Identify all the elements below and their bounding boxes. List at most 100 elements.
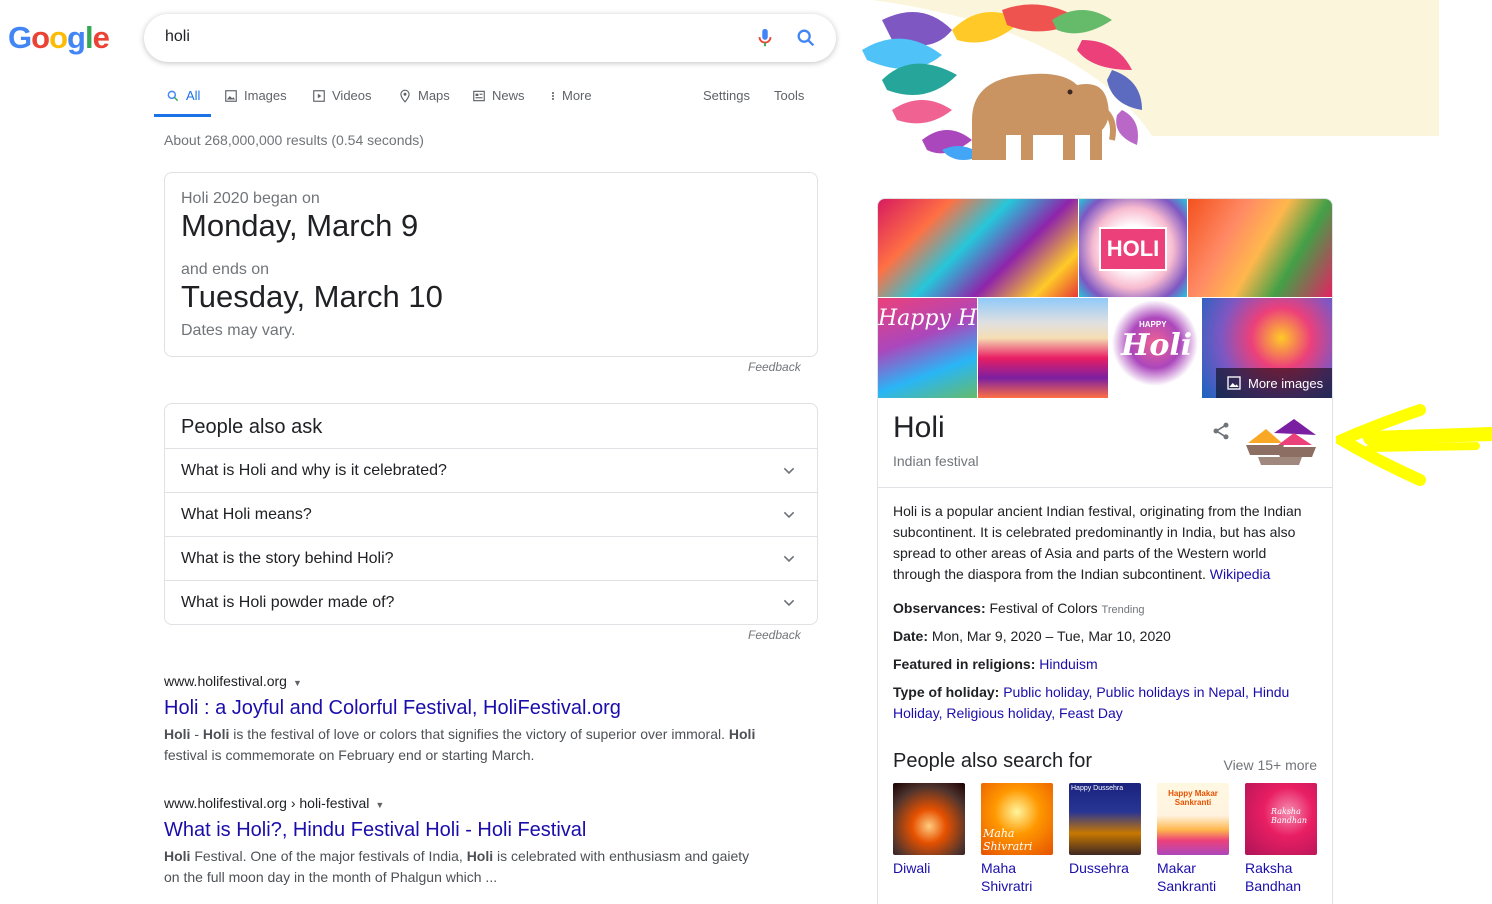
pasf-label: Makar Sankranti [1157, 860, 1217, 894]
map-pin-icon [400, 89, 410, 103]
tab-news[interactable]: News [472, 88, 525, 103]
holi-image[interactable]: Happy Holi [878, 298, 977, 398]
wikipedia-link[interactable]: Wikipedia [1210, 566, 1271, 582]
trending-tag: Trending [1101, 604, 1145, 616]
tab-more[interactable]: More [548, 88, 592, 103]
pasf-thumb-text: Happy Makar Sankranti [1168, 789, 1218, 807]
more-images-button[interactable]: More images [1216, 368, 1332, 398]
result-url[interactable]: www.holifestival.org › holi-festival ▼ [164, 795, 384, 811]
caret-down-icon[interactable]: ▼ [375, 800, 384, 810]
paa-feedback-link[interactable]: Feedback [748, 628, 801, 642]
fact-holiday-type: Type of holiday: Public holiday, Public … [893, 682, 1313, 724]
paa-question[interactable]: What Holi means? [165, 492, 817, 536]
logo-letter: G [8, 20, 32, 55]
holi-image[interactable] [1188, 199, 1332, 297]
result-snippet: Holi Festival. One of the major festival… [164, 848, 750, 885]
pasf-thumb-text: Raksha Bandhan [1271, 807, 1307, 825]
search-box[interactable]: holi [144, 14, 836, 62]
fact-value: Festival of Colors [989, 600, 1098, 616]
holi-doodle-image[interactable] [852, 0, 1439, 170]
image-icon [1227, 376, 1241, 390]
search-icon[interactable] [795, 27, 817, 49]
kp-divider [878, 487, 1332, 488]
logo-letter: l [84, 20, 94, 55]
view-more-link[interactable]: View 15+ more [1223, 757, 1317, 773]
fact-observances: Observances: Festival of Colors Trending [893, 598, 1313, 621]
pasf-item-raksha-bandhan[interactable]: Raksha Bandhan Raksha Bandhan [1245, 783, 1319, 895]
pasf-thumb: Raksha Bandhan [1245, 783, 1317, 855]
pasf-item-diwali[interactable]: Diwali [893, 783, 967, 877]
result-title[interactable]: What is Holi?, Hindu Festival Holi - Hol… [164, 819, 586, 842]
pasf-item-dussehra[interactable]: Happy Dussehra Dussehra [1069, 783, 1143, 877]
tab-images[interactable]: Images [224, 88, 287, 103]
logo-letter: e [92, 20, 110, 55]
fact-value: Mon, Mar 9, 2020 – Tue, Mar 10, 2020 [931, 628, 1171, 644]
search-icon [167, 90, 179, 101]
settings-link[interactable]: Settings [703, 88, 750, 103]
paa-question[interactable]: What is Holi powder made of? [165, 580, 817, 624]
pasf-thumb: Happy Makar Sankranti [1157, 783, 1229, 855]
result-snippet: Holi - Holi is the festival of love or c… [164, 726, 756, 763]
pasf-label: Diwali [893, 860, 931, 876]
fact-label: Type of holiday: [893, 684, 1000, 700]
caret-down-icon[interactable]: ▼ [293, 678, 302, 688]
holi-image[interactable]: HOLI [1079, 199, 1187, 297]
color-powder-bowls-icon[interactable] [1244, 415, 1320, 467]
pasf-label: Maha Shivratri [981, 860, 1033, 894]
paa-question-text: What is Holi and why is it celebrated? [181, 462, 447, 479]
result-url-text: www.holifestival.org [164, 673, 287, 689]
fact-link[interactable]: Hinduism [1039, 656, 1097, 672]
holi-image[interactable] [878, 199, 1078, 297]
fact-date: Date: Mon, Mar 9, 2020 – Tue, Mar 10, 20… [893, 626, 1313, 647]
fact-label: Featured in religions: [893, 656, 1036, 672]
video-icon [313, 89, 325, 102]
holi-image[interactable]: HAPPY Holi [1109, 298, 1201, 398]
tab-all[interactable]: All [166, 88, 200, 103]
annotation-arrow [1336, 404, 1492, 486]
ends-label: and ends on [181, 261, 270, 278]
tab-images-label: Images [244, 88, 287, 103]
ends-date: Tuesday, March 10 [181, 279, 443, 314]
tools-link[interactable]: Tools [774, 88, 804, 103]
paa-question[interactable]: What is Holi and why is it celebrated? [165, 448, 817, 492]
image-icon [225, 89, 237, 102]
logo-letter: o [31, 20, 50, 55]
share-icon[interactable] [1211, 421, 1231, 441]
holi-image[interactable] [978, 298, 1108, 398]
tab-videos[interactable]: Videos [312, 88, 372, 103]
pasf-label: Raksha Bandhan [1245, 860, 1302, 894]
result-title[interactable]: Holi : a Joyful and Colorful Festival, H… [164, 697, 621, 720]
holi-image[interactable]: More images [1202, 298, 1332, 398]
chevron-down-icon [783, 599, 795, 607]
paa-question-text: What is the story behind Holi? [181, 550, 394, 567]
microphone-icon[interactable] [754, 27, 776, 49]
chevron-down-icon [783, 511, 795, 519]
pasf-thumb: Maha Shivratri [981, 783, 1053, 855]
google-logo[interactable]: Google [8, 20, 110, 56]
paa-question[interactable]: What is the story behind Holi? [165, 536, 817, 580]
tab-news-label: News [492, 88, 525, 103]
search-input[interactable]: holi [165, 28, 190, 46]
tab-maps-label: Maps [418, 88, 450, 103]
logo-letter: o [49, 20, 68, 55]
result-url-text: www.holifestival.org › holi-festival [164, 795, 370, 811]
date-feedback-link[interactable]: Feedback [748, 360, 801, 374]
tab-maps[interactable]: Maps [398, 88, 450, 103]
paa-question-text: What is Holi powder made of? [181, 594, 395, 611]
pasf-thumb: Happy Dussehra [1069, 783, 1141, 855]
fact-religions: Featured in religions: Hinduism [893, 654, 1313, 675]
knowledge-panel: HOLI Happy Holi HAPPY Holi More images H… [877, 198, 1333, 904]
holi-image-text: Happy Holi [878, 306, 977, 331]
logo-letter: g [67, 20, 86, 55]
pasf-item-maha-shivratri[interactable]: Maha Shivratri Maha Shivratri [981, 783, 1055, 895]
tools-label: Tools [774, 88, 805, 103]
tab-all-label: All [186, 88, 201, 103]
fact-label: Date: [893, 628, 929, 644]
pasf-title: People also search for [893, 750, 1093, 772]
pasf-thumb-text: Happy Dussehra [1071, 785, 1124, 792]
chevron-down-icon [783, 467, 795, 475]
pasf-item-makar-sankranti[interactable]: Happy Makar Sankranti Makar Sankranti [1157, 783, 1231, 895]
result-url[interactable]: www.holifestival.org ▼ [164, 673, 302, 689]
tab-more-label: More [562, 88, 592, 103]
pasf-label: Dussehra [1069, 860, 1129, 876]
